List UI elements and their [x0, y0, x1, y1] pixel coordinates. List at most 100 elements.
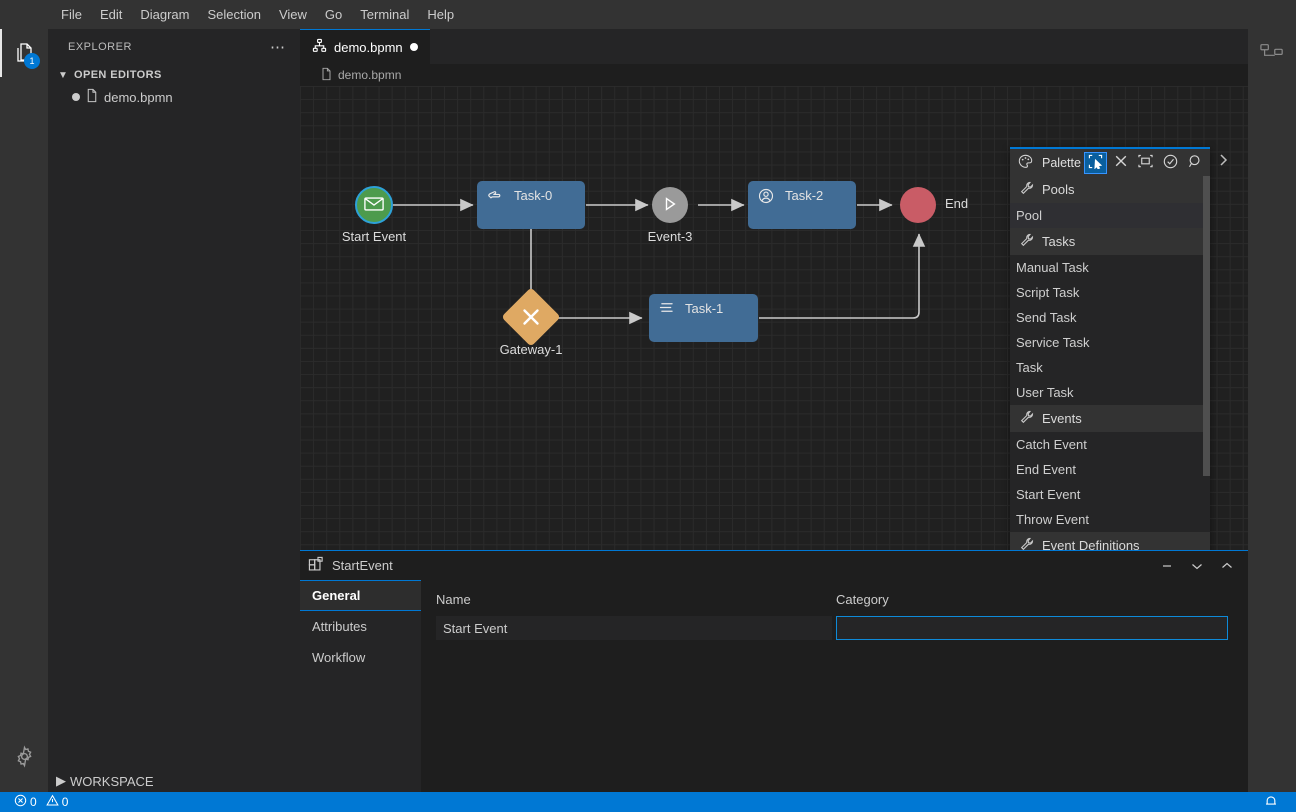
palette-scrollbar[interactable] — [1203, 176, 1210, 588]
palette-item-throw-event[interactable]: Throw Event — [1010, 507, 1210, 532]
gear-icon — [13, 745, 36, 768]
palette-fit-screen-button[interactable] — [1135, 153, 1156, 173]
palette-item-user-task[interactable]: User Task — [1010, 380, 1210, 405]
menu-view[interactable]: View — [270, 4, 316, 26]
activity-bpmn-button[interactable] — [1248, 29, 1296, 77]
tab-general-label: General — [312, 588, 360, 603]
tab-attributes-label: Attributes — [312, 619, 367, 634]
menu-selection[interactable]: Selection — [198, 4, 269, 26]
bpmn-node-task-2[interactable]: Task-2 — [748, 181, 856, 229]
script-lines-icon — [659, 301, 674, 317]
palette-item-task[interactable]: Task — [1010, 355, 1210, 380]
palette-item-label: Manual Task — [1016, 260, 1089, 275]
palette-item-start-event[interactable]: Start Event — [1010, 482, 1210, 507]
tab-attributes[interactable]: Attributes — [300, 611, 421, 642]
open-editor-item-demo-bpmn[interactable]: demo.bpmn — [48, 86, 300, 108]
palette-item-script-task[interactable]: Script Task — [1010, 280, 1210, 305]
palette-group-label: Pools — [1042, 182, 1075, 197]
end-event-shape[interactable] — [900, 187, 936, 223]
dirty-indicator-dot — [72, 93, 80, 101]
properties-minimize-button[interactable] — [1156, 555, 1178, 577]
start-event-shape[interactable] — [355, 186, 393, 224]
properties-body: General Attributes Workflow Name Categor… — [300, 580, 1248, 793]
properties-collapse-button[interactable] — [1186, 555, 1208, 577]
check-circle-icon — [1163, 154, 1178, 172]
editor-tab-bar: demo.bpmn — [300, 29, 1248, 64]
tab-demo-bpmn[interactable]: demo.bpmn — [300, 29, 430, 64]
name-input[interactable] — [436, 616, 832, 640]
properties-expand-button[interactable] — [1216, 555, 1238, 577]
field-category-label: Category — [836, 592, 1228, 616]
palette-search-button[interactable] — [1185, 153, 1206, 173]
status-notifications-button[interactable] — [1260, 794, 1282, 811]
bpmn-node-task-1[interactable]: Task-1 — [649, 294, 758, 342]
palette-item-label: Service Task — [1016, 335, 1089, 350]
task-1-label: Task-1 — [685, 301, 723, 316]
field-name: Name — [436, 592, 836, 640]
palette-delete-tool-button[interactable] — [1110, 153, 1131, 173]
menu-bar-spacer — [0, 14, 52, 15]
palette-item-service-task[interactable]: Service Task — [1010, 330, 1210, 355]
bpmn-node-gateway-1[interactable]: Gateway-1 — [510, 296, 552, 338]
bpmn-node-event-3[interactable]: Event-3 — [652, 187, 688, 223]
tab-general[interactable]: General — [300, 580, 421, 611]
palette-item-catch-event[interactable]: Catch Event — [1010, 432, 1210, 457]
event-3-shape[interactable] — [652, 187, 688, 223]
palette-group-label: Events — [1042, 411, 1082, 426]
palette-select-tool-button[interactable] — [1085, 153, 1106, 173]
properties-title: StartEvent — [332, 558, 1148, 573]
palette-item-pool[interactable]: Pool — [1010, 203, 1210, 228]
error-circle-icon — [14, 794, 27, 810]
bpmn-node-start-event[interactable]: Start Event — [355, 186, 393, 224]
marquee-select-icon — [1088, 154, 1103, 172]
palette-item-send-task[interactable]: Send Task — [1010, 305, 1210, 330]
status-problems[interactable]: 0 0 — [10, 794, 72, 810]
palette-item-label: Catch Event — [1016, 437, 1087, 452]
properties-grid-icon — [308, 556, 324, 575]
bpmn-node-end-event[interactable]: End — [900, 187, 936, 223]
sidebar-more-actions-button[interactable]: ⋯ — [264, 38, 292, 56]
menu-go[interactable]: Go — [316, 4, 351, 26]
sidebar-title: EXPLORER — [68, 41, 132, 53]
menu-terminal[interactable]: Terminal — [351, 4, 418, 26]
palette-group-tasks[interactable]: Tasks — [1010, 228, 1210, 255]
activity-explorer-button[interactable]: 1 — [0, 29, 48, 77]
palette-group-events[interactable]: Events — [1010, 405, 1210, 432]
start-event-label: Start Event — [325, 229, 423, 244]
tab-dirty-dot[interactable] — [410, 43, 418, 51]
palette-item-end-event[interactable]: End Event — [1010, 457, 1210, 482]
palette-item-label: End Event — [1016, 462, 1076, 477]
palette-expand-button[interactable] — [1212, 149, 1234, 173]
palette-scrollbar-thumb[interactable] — [1203, 176, 1210, 476]
task-2-label: Task-2 — [785, 188, 823, 203]
menu-help[interactable]: Help — [418, 4, 463, 26]
section-open-editors[interactable]: ▼ OPEN EDITORS — [48, 64, 300, 86]
task-0-label: Task-0 — [514, 188, 552, 203]
palette-item-label: Send Task — [1016, 310, 1076, 325]
palette-icon — [1018, 154, 1033, 172]
properties-panel: StartEvent General Attributes Workflow — [300, 550, 1248, 792]
tab-workflow[interactable]: Workflow — [300, 642, 421, 673]
section-workspace[interactable]: ▶ WORKSPACE — [48, 770, 300, 792]
fit-screen-icon — [1138, 154, 1153, 171]
palette-item-label: Task — [1016, 360, 1043, 375]
menu-diagram[interactable]: Diagram — [131, 4, 198, 26]
palette-item-manual-task[interactable]: Manual Task — [1010, 255, 1210, 280]
close-x-icon — [1114, 154, 1128, 171]
chevron-right-icon — [1218, 153, 1229, 170]
activity-settings-button[interactable] — [0, 732, 48, 780]
category-input[interactable] — [836, 616, 1228, 640]
bpmn-canvas[interactable]: Start Event Task-0 — [300, 86, 1248, 588]
palette-group-pools[interactable]: Pools — [1010, 176, 1210, 203]
palette-list[interactable]: Pools PoolTasks Manual Task Script Task Send… — [1010, 176, 1210, 588]
bpmn-node-task-0[interactable]: Task-0 — [477, 181, 585, 229]
palette-validate-button[interactable] — [1160, 153, 1181, 173]
breadcrumb-label: demo.bpmn — [338, 68, 401, 82]
menu-edit[interactable]: Edit — [91, 4, 131, 26]
envelope-icon — [364, 197, 384, 214]
menu-file[interactable]: File — [52, 4, 91, 26]
bpmn-diagram-icon — [1260, 43, 1284, 63]
palette-panel[interactable]: Palette — [1010, 147, 1210, 588]
breadcrumb[interactable]: demo.bpmn — [300, 64, 1248, 86]
section-workspace-label: WORKSPACE — [70, 774, 154, 789]
